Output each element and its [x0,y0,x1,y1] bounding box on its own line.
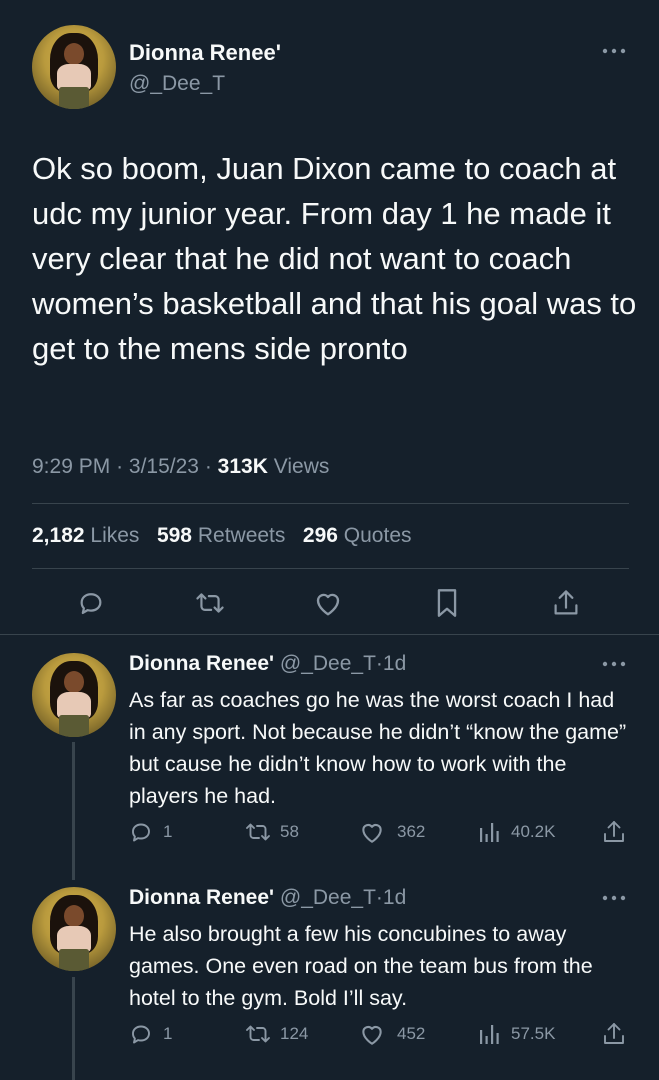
reply-icon[interactable] [77,589,105,617]
like-icon [359,1022,385,1046]
meta-separator: · [116,455,124,478]
views-action[interactable]: 40.2K [477,820,555,844]
tweet-age[interactable]: 1d [383,886,406,909]
views-label: Views [273,455,330,478]
views-action[interactable]: 57.5K [477,1022,555,1046]
more-options-icon[interactable] [600,44,628,58]
author-handle[interactable]: @_Dee_T [280,886,376,909]
engagement-stats: 2,182 Likes 598 Retweets 296 Quotes [32,524,412,548]
thread-line [72,742,75,880]
like-count: 362 [397,822,426,841]
author-name[interactable]: Dionna Renee' [129,652,274,675]
like-icon[interactable] [313,589,343,617]
share-icon[interactable] [552,588,580,618]
reply-action[interactable]: 1 [129,820,172,844]
retweets-stat[interactable]: 598 Retweets [157,524,291,547]
author-name[interactable]: Dionna Renee' [129,886,274,909]
tweet-time[interactable]: 9:29 PM [32,455,110,478]
like-action[interactable]: 362 [359,820,425,844]
reply-count: 1 [163,1024,173,1043]
like-icon [359,820,385,844]
tweet-age[interactable]: 1d [383,652,406,675]
divider [32,568,629,569]
likes-label: Likes [90,524,140,547]
share-icon[interactable] [601,819,627,845]
views-icon [477,1022,501,1046]
retweet-count: 124 [280,1024,309,1043]
avatar[interactable] [32,653,116,737]
quotes-label: Quotes [343,524,412,547]
like-count: 452 [397,1024,426,1043]
retweet-action[interactable]: 124 [244,1022,308,1046]
retweets-count: 598 [156,524,192,547]
reply-header: Dionna Renee' @_Dee_T·1d [129,652,406,676]
meta-separator: · [375,886,383,909]
reply-action[interactable]: 1 [129,1022,172,1046]
reply-text: As far as coaches go he was the worst co… [129,688,627,808]
views-count: 57.5K [511,1024,556,1043]
likes-count: 2,182 [32,524,85,547]
tweet-date[interactable]: 3/15/23 [129,455,199,478]
thread-line [72,977,75,1080]
quotes-stat[interactable]: 296 Quotes [303,524,412,547]
likes-stat[interactable]: 2,182 Likes [32,524,145,547]
avatar[interactable] [32,887,116,971]
avatar[interactable] [32,25,116,109]
tweet-meta: 9:29 PM · 3/15/23 · 313K Views [32,455,329,479]
divider [32,503,629,504]
share-icon[interactable] [601,1021,627,1047]
retweets-label: Retweets [197,524,286,547]
bookmark-icon[interactable] [435,588,459,618]
like-action[interactable]: 452 [359,1022,425,1046]
views-icon [477,820,501,844]
retweet-action[interactable]: 58 [244,820,299,844]
author-handle[interactable]: @_Dee_T [129,72,225,96]
views-count: 313K [217,455,268,478]
reply-icon [129,820,153,844]
retweet-icon [244,820,272,844]
reply-count: 1 [163,822,173,841]
author-name[interactable]: Dionna Renee' [129,40,281,66]
reply-icon [129,1022,153,1046]
divider [0,634,659,635]
views-count: 40.2K [511,822,556,841]
reply-header: Dionna Renee' @_Dee_T·1d [129,886,406,910]
meta-separator: · [375,652,383,675]
meta-separator: · [204,455,212,478]
more-options-icon[interactable] [600,657,628,671]
reply-text: He also brought a few his concubines to … [129,922,593,1010]
retweet-icon[interactable] [194,589,226,617]
quotes-count: 296 [302,524,338,547]
author-handle[interactable]: @_Dee_T [280,652,376,675]
retweet-count: 58 [280,822,299,841]
more-options-icon[interactable] [600,891,628,905]
retweet-icon [244,1022,272,1046]
tweet-text: Ok so boom, Juan Dixon came to coach at … [32,151,637,366]
